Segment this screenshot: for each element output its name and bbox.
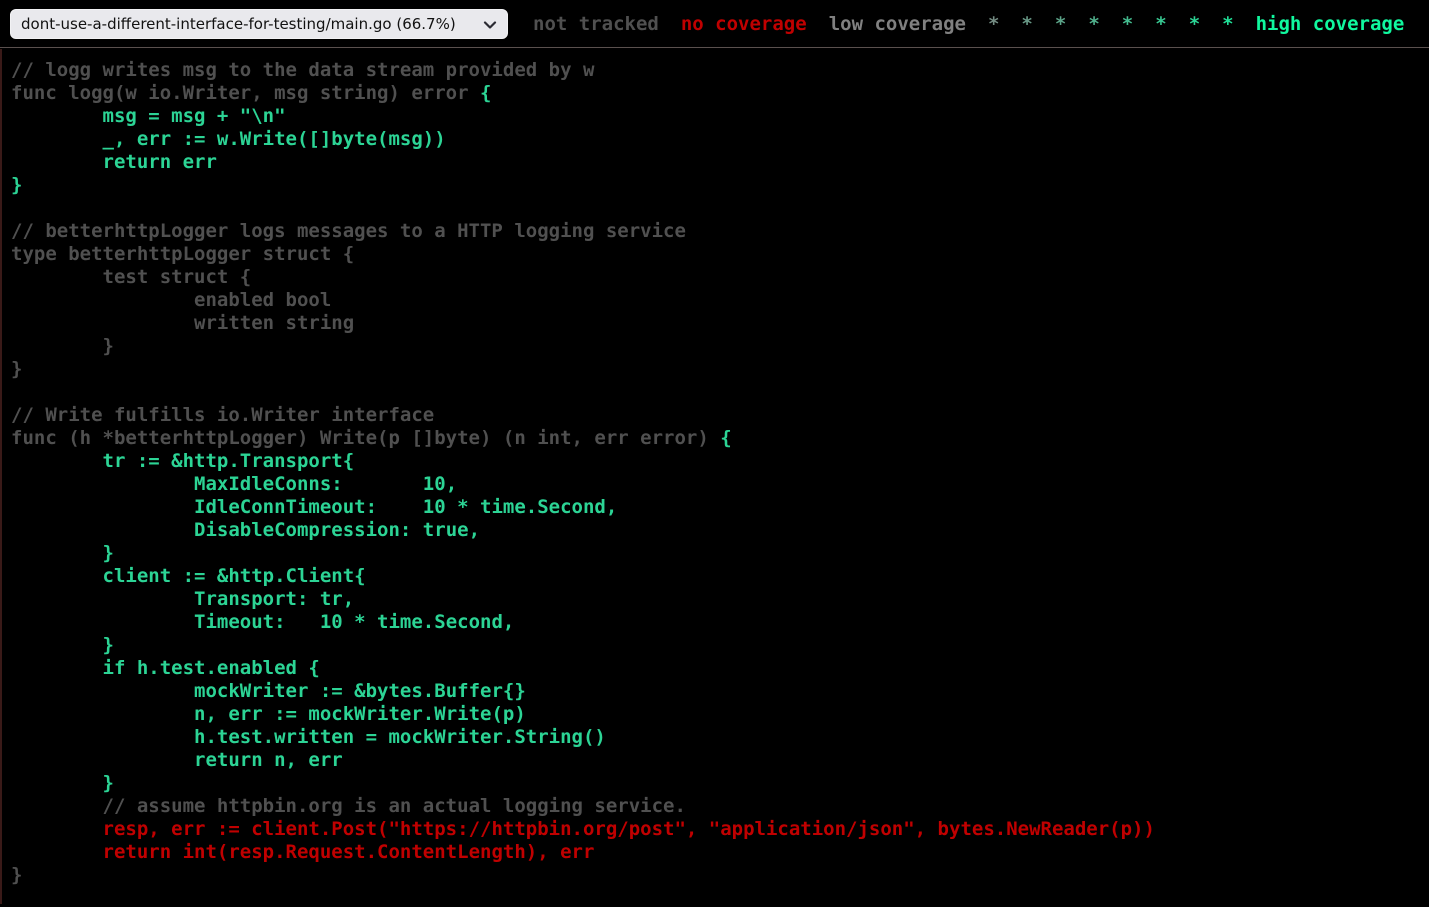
legend-cov6: * [1122, 13, 1133, 35]
legend-cov5: * [1088, 13, 1099, 35]
code-segment-untracked: } [11, 864, 22, 886]
left-edge-stripe [0, 49, 2, 904]
legend-cov2: * [988, 13, 999, 35]
legend-cov4: * [1055, 13, 1066, 35]
source-code-view: // logg writes msg to the data stream pr… [0, 49, 1429, 907]
legend-cov7: * [1155, 13, 1166, 35]
legend-no-coverage: no coverage [681, 13, 807, 35]
file-navigator: dont-use-a-different-interface-for-testi… [10, 9, 508, 39]
file-select[interactable]: dont-use-a-different-interface-for-testi… [10, 9, 508, 39]
legend-high-coverage: high coverage [1256, 13, 1405, 35]
code-segment-cov0: resp, err := client.Post("https://httpbi… [11, 818, 1155, 863]
legend-cov8: * [1189, 13, 1200, 35]
legend-low-coverage: low coverage [829, 13, 966, 35]
code-segment-untracked: // betterhttpLogger logs messages to a H… [11, 220, 720, 449]
code-segment-untracked: // logg writes msg to the data stream pr… [11, 59, 594, 104]
legend-cov9: * [1222, 13, 1233, 35]
coverage-legend: not tracked no coverage low coverage * * * * * *… [522, 13, 1415, 35]
content-area: // logg writes msg to the data stream pr… [0, 49, 1429, 904]
topbar: dont-use-a-different-interface-for-testi… [0, 0, 1429, 48]
legend-cov3: * [1021, 13, 1032, 35]
code-segment-cov8: { tr := &http.Transport{ MaxIdleConns: 1… [11, 427, 732, 679]
legend-not-tracked: not tracked [533, 13, 659, 35]
